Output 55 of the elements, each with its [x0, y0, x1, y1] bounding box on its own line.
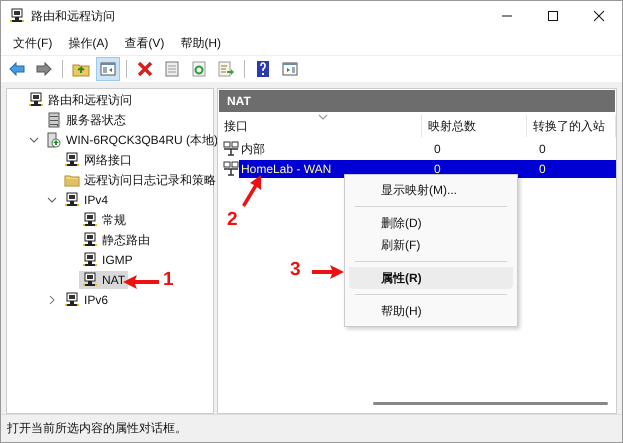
network-node-icon	[82, 252, 98, 268]
tree-item[interactable]: 远程访问日志记录和策略	[61, 170, 219, 190]
annotation-number: 2	[227, 209, 238, 231]
table-cell-text: 0	[433, 162, 442, 176]
chevron-right-icon[interactable]	[47, 295, 57, 305]
tree-toggle-icon[interactable]	[96, 57, 120, 81]
menu-item[interactable]: 刷新(F)	[349, 234, 513, 256]
table-cell-text: 内部	[240, 140, 266, 158]
arrow-icon	[241, 175, 263, 207]
menu-item[interactable]: 文件(F)	[5, 34, 60, 52]
menu-item[interactable]: 操作(A)	[60, 34, 116, 52]
tree-item[interactable]: 服务器状态	[43, 110, 129, 130]
network-interface-icon	[223, 161, 239, 177]
chevron-down-icon[interactable]	[29, 135, 39, 145]
network-node-icon	[64, 292, 80, 308]
app-icon	[9, 8, 25, 24]
column-header[interactable]: 映射总数	[422, 115, 527, 137]
arrow-icon	[312, 263, 344, 281]
annotation-number: 1	[163, 269, 174, 291]
menu-item[interactable]: 查看(V)	[116, 34, 172, 52]
menu-item[interactable]: 显示映射(M)...	[349, 179, 513, 201]
annotation-number: 3	[290, 259, 301, 281]
network-node-icon	[64, 192, 80, 208]
network-node-icon	[82, 272, 98, 288]
server-icon	[46, 112, 62, 128]
tree-item[interactable]: IPv4	[61, 191, 112, 209]
table-row[interactable]: HomeLab - WAN 0 0	[239, 160, 616, 178]
network-node-icon	[82, 232, 98, 248]
network-node-icon	[64, 152, 80, 168]
menu-item[interactable]: 帮助(H)	[172, 34, 229, 52]
network-interface-icon	[223, 141, 239, 157]
network-node-icon	[28, 92, 44, 108]
computer-icon	[46, 132, 62, 148]
tree-item[interactable]: 静态路由	[79, 230, 153, 250]
table-cell-text: 0	[538, 142, 547, 156]
column-header[interactable]: 接口	[218, 115, 422, 137]
tree-item[interactable]: IPv6	[61, 291, 112, 309]
table-cell-text: HomeLab - WAN	[240, 162, 332, 176]
chevron-down-icon[interactable]	[47, 195, 57, 205]
tree-item[interactable]: 路由和远程访问	[25, 90, 135, 110]
table-row[interactable]: 内部 0 0	[239, 140, 616, 158]
tree-item[interactable]: 网络接口	[61, 150, 135, 170]
window-title: 路由和远程访问	[31, 8, 115, 24]
arrow-icon	[123, 273, 159, 291]
tree-item[interactable]: IGMP	[79, 251, 136, 269]
tree-item[interactable]: NAT	[79, 271, 128, 289]
network-node-icon	[82, 212, 98, 228]
tree-item[interactable]: 常规	[79, 210, 129, 230]
column-header[interactable]: 转换了的入站	[527, 115, 616, 137]
pane-title: NAT	[218, 89, 616, 113]
scrollbar-thumb[interactable]	[373, 402, 608, 405]
status-bar: 打开当前所选内容的属性对话框。	[1, 414, 622, 442]
sort-caret-icon	[318, 114, 328, 120]
table-cell-text: 0	[433, 142, 442, 156]
table-cell-text: 0	[538, 162, 547, 176]
